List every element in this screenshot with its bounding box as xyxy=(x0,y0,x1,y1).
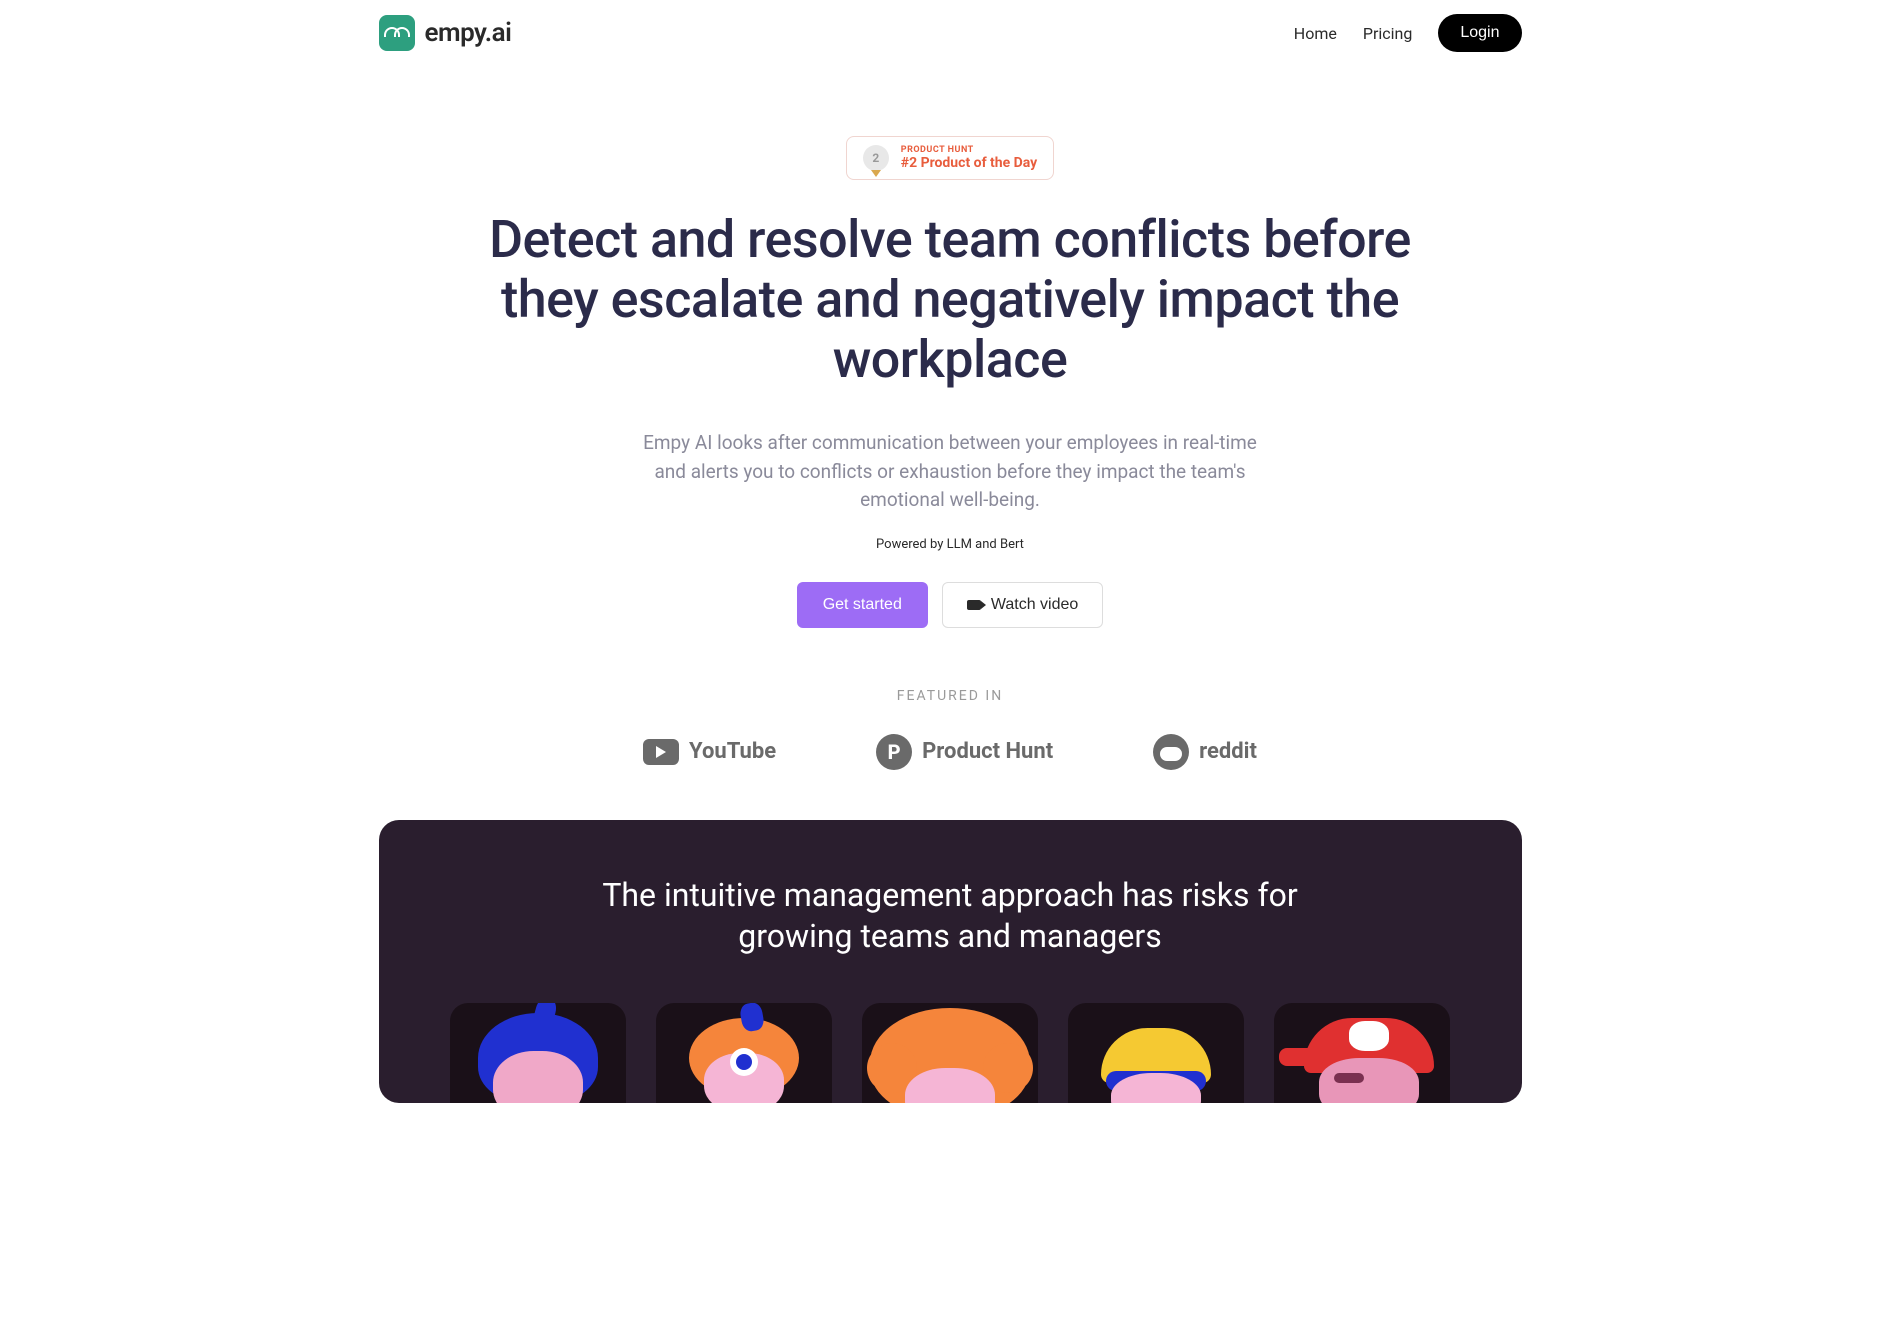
featured-reddit[interactable]: reddit xyxy=(1153,734,1257,770)
featured-section: FEATURED IN YouTube P Product Hunt reddi… xyxy=(379,688,1522,820)
powered-by: Powered by LLM and Bert xyxy=(379,537,1522,552)
hero-title: Detect and resolve team conflicts before… xyxy=(450,210,1450,389)
main-nav: Home Pricing Login xyxy=(1294,14,1522,52)
hero-subtitle: Empy AI looks after communication betwee… xyxy=(640,429,1260,515)
featured-label: FEATURED IN xyxy=(379,688,1522,704)
featured-youtube-label: YouTube xyxy=(689,739,776,764)
logo-icon xyxy=(379,15,415,51)
ph-rank: #2 Product of the Day xyxy=(901,155,1037,171)
producthunt-icon: P xyxy=(876,734,912,770)
featured-youtube[interactable]: YouTube xyxy=(643,739,776,765)
cta-row: Get started Watch video xyxy=(379,582,1522,628)
avatar-5 xyxy=(1274,1003,1450,1103)
nav-home[interactable]: Home xyxy=(1294,24,1337,43)
youtube-icon xyxy=(643,739,679,765)
video-icon xyxy=(967,600,981,610)
medal-icon: 2 xyxy=(863,145,889,171)
watch-video-label: Watch video xyxy=(991,596,1078,614)
login-button[interactable]: Login xyxy=(1438,14,1521,52)
hero-section: 2 PRODUCT HUNT #2 Product of the Day Det… xyxy=(379,66,1522,628)
brand-logo[interactable]: empy.ai xyxy=(379,15,512,51)
risks-title: The intuitive management approach has ri… xyxy=(600,875,1300,958)
featured-reddit-label: reddit xyxy=(1199,739,1257,764)
avatar-row xyxy=(409,1003,1492,1103)
ph-label: PRODUCT HUNT xyxy=(901,145,1037,155)
get-started-button[interactable]: Get started xyxy=(797,582,928,628)
nav-pricing[interactable]: Pricing xyxy=(1363,24,1413,43)
site-header: empy.ai Home Pricing Login xyxy=(379,0,1522,66)
product-hunt-badge[interactable]: 2 PRODUCT HUNT #2 Product of the Day xyxy=(846,136,1054,180)
avatar-2 xyxy=(656,1003,832,1103)
featured-producthunt-label: Product Hunt xyxy=(922,739,1053,764)
avatar-3 xyxy=(862,1003,1038,1103)
watch-video-button[interactable]: Watch video xyxy=(942,582,1103,628)
brand-name: empy.ai xyxy=(425,18,512,48)
featured-logos: YouTube P Product Hunt reddit xyxy=(379,734,1522,770)
risks-panel: The intuitive management approach has ri… xyxy=(379,820,1522,1103)
avatar-1 xyxy=(450,1003,626,1103)
avatar-4 xyxy=(1068,1003,1244,1103)
ph-badge-text: PRODUCT HUNT #2 Product of the Day xyxy=(901,145,1037,171)
reddit-icon xyxy=(1153,734,1189,770)
featured-producthunt[interactable]: P Product Hunt xyxy=(876,734,1053,770)
